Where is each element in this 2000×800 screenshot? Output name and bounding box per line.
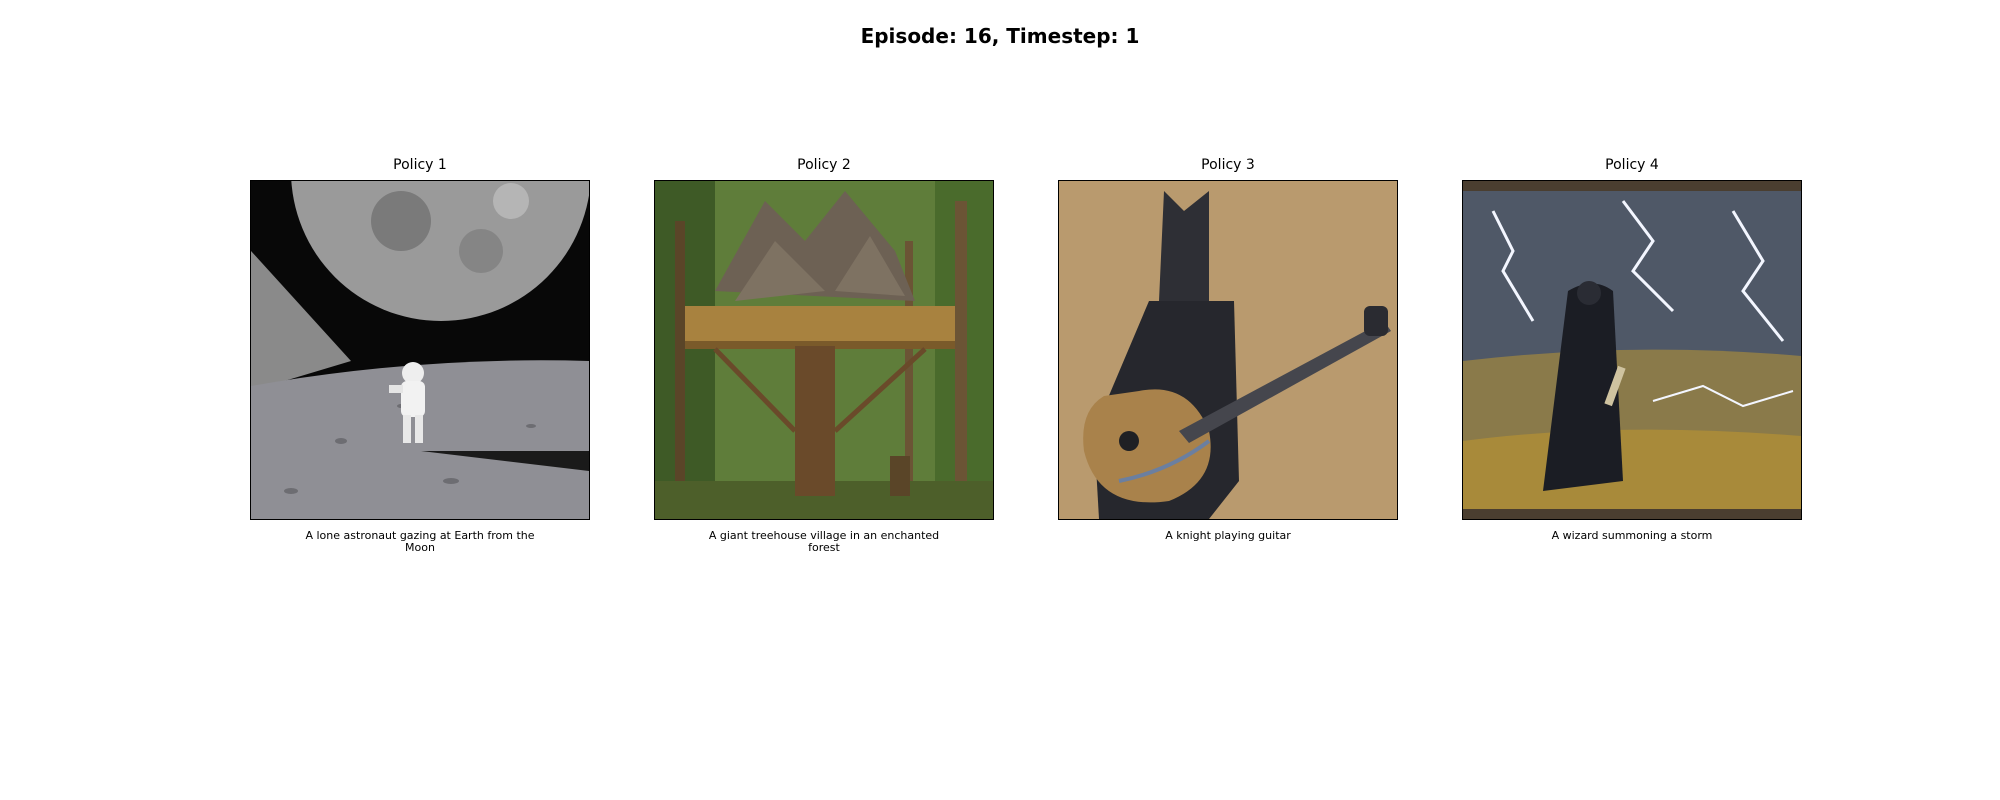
- panel-title: Policy 3: [1201, 157, 1255, 173]
- panel-title: Policy 1: [393, 157, 447, 173]
- treehouse-icon: [655, 181, 993, 519]
- panel-caption: A knight playing guitar: [1165, 529, 1291, 542]
- wizard-storm-image: [1462, 180, 1802, 520]
- wizard-icon: [1463, 181, 1801, 519]
- panel-caption: A wizard summoning a storm: [1551, 529, 1713, 542]
- astronaut-icon: [251, 181, 589, 519]
- treehouse-image: [654, 180, 994, 520]
- knight-icon: [1059, 181, 1397, 519]
- policy-panel-3: Policy 3 A knight playing guitar: [1058, 156, 1398, 542]
- panel-title: Policy 2: [797, 157, 851, 173]
- panel-caption: A giant treehouse village in an enchante…: [708, 529, 940, 554]
- astronaut-moon-image: [250, 180, 590, 520]
- knight-guitar-image: [1058, 180, 1398, 520]
- panel-caption: A lone astronaut gazing at Earth from th…: [305, 529, 535, 554]
- panel-title: Policy 4: [1605, 157, 1659, 173]
- policy-panel-2: Policy 2 A giant treehouse village in an…: [654, 156, 994, 554]
- figure-title: Episode: 16, Timestep: 1: [860, 24, 1140, 48]
- policy-panel-1: Policy 1 A lone astronaut gazing at Eart…: [250, 156, 590, 554]
- policy-panel-4: Policy 4 A wizard summoning a storm: [1462, 156, 1802, 542]
